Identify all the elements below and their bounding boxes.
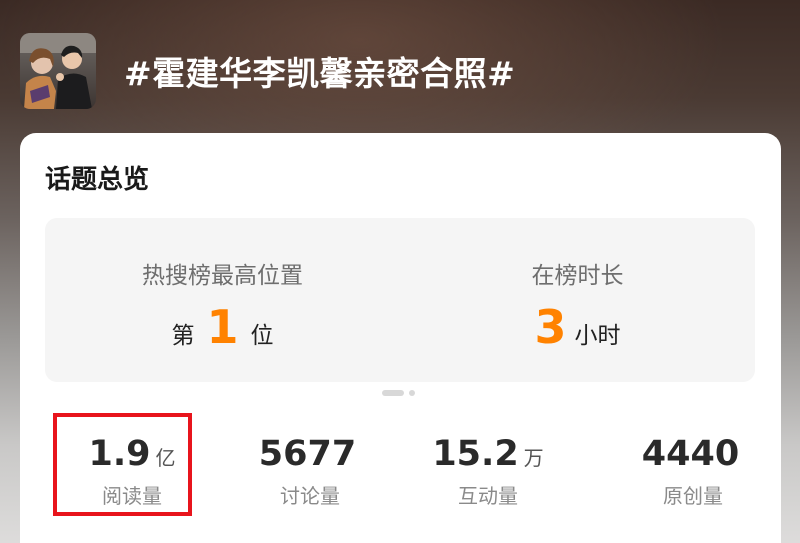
stat-label: 原创量 bbox=[663, 484, 723, 508]
topic-photo-avatar-icon bbox=[20, 33, 96, 109]
card-title: 话题总览 bbox=[45, 165, 150, 195]
rank-value: 1 bbox=[206, 300, 239, 354]
stat-original-count-value-row: 4440 bbox=[608, 437, 778, 472]
stat-interaction-count-value-row: 15.2 万 bbox=[403, 437, 573, 472]
stat-label: 互动量 bbox=[458, 484, 518, 508]
read-count-highlight-box bbox=[53, 413, 192, 516]
stat-unit: 万 bbox=[523, 446, 544, 470]
stats-row: 1.9 亿 阅读量 5677 讨论量 15.2 万 互动量 4440 原创量 bbox=[20, 413, 781, 523]
stat-value: 15.2 bbox=[432, 434, 519, 474]
rank-suffix: 位 bbox=[250, 323, 274, 349]
rank-prefix: 第 bbox=[171, 323, 195, 349]
topic-header: #霍建华李凯馨亲密合照# bbox=[20, 33, 515, 109]
hot-search-peak-value-row: 第 1 位 bbox=[45, 304, 400, 354]
duration-value: 3 bbox=[534, 300, 567, 354]
pager-dots[interactable] bbox=[382, 390, 415, 396]
topic-avatar[interactable] bbox=[20, 33, 96, 109]
stat-original-count: 4440 原创量 bbox=[608, 413, 778, 523]
stat-discussion-count: 5677 讨论量 bbox=[225, 413, 395, 523]
pager-dot[interactable] bbox=[409, 390, 415, 396]
hot-search-peak-label: 热搜榜最高位置 bbox=[142, 263, 303, 289]
stat-interaction-count: 15.2 万 互动量 bbox=[403, 413, 573, 523]
stat-discussion-count-value-row: 5677 bbox=[225, 437, 395, 472]
summary-panel[interactable]: 热搜榜最高位置 第 1 位 在榜时长 3 小时 bbox=[45, 218, 755, 382]
pager-dot-active[interactable] bbox=[382, 390, 404, 396]
stat-value: 4440 bbox=[641, 434, 740, 474]
on-list-duration-label: 在榜时长 bbox=[531, 263, 624, 289]
stat-label: 讨论量 bbox=[280, 484, 340, 508]
on-list-duration-value-row: 3 小时 bbox=[400, 304, 755, 354]
on-list-duration: 在榜时长 3 小时 bbox=[400, 218, 755, 382]
stat-value: 5677 bbox=[258, 434, 357, 474]
duration-unit: 小时 bbox=[574, 323, 621, 349]
hot-search-peak: 热搜榜最高位置 第 1 位 bbox=[45, 218, 400, 382]
topic-title: #霍建华李凯馨亲密合照# bbox=[124, 54, 516, 93]
topic-overview-card: 话题总览 热搜榜最高位置 第 1 位 在榜时长 3 小时 1.9 亿 阅读量 5… bbox=[20, 133, 781, 543]
